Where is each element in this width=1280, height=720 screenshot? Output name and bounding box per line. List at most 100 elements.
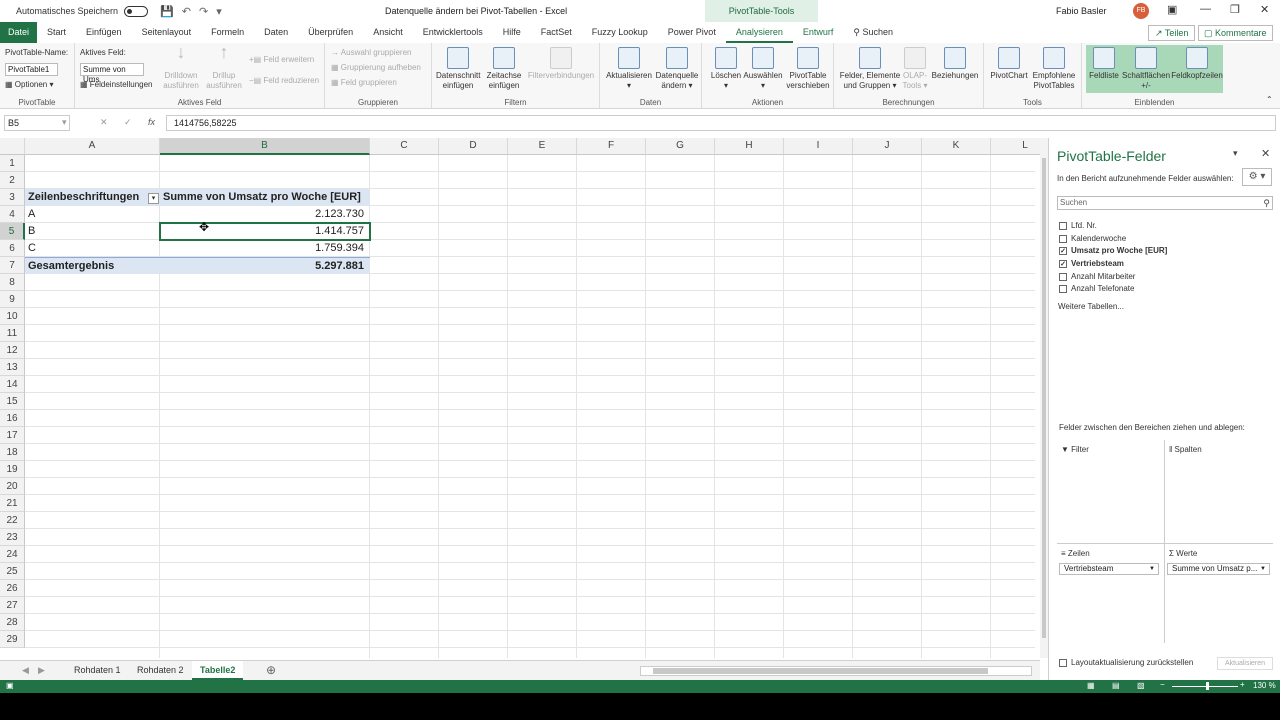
row-header-22[interactable]: 22 [0,512,25,529]
row-header-5[interactable]: 5 [0,223,25,240]
column-header-b[interactable]: B [160,138,370,155]
field-checkbox[interactable] [1059,272,1067,281]
pivot-value-header[interactable]: Summe von Umsatz pro Woche [EUR] [160,189,370,206]
cancel-formula-icon[interactable]: ✕ [100,117,108,128]
tab-factset[interactable]: FactSet [531,22,582,43]
sheet-tab-rohdaten-2[interactable]: Rohdaten 2 [129,661,192,680]
save-icon[interactable]: 💾 [160,5,174,18]
row-header-10[interactable]: 10 [0,308,25,325]
filter-connections-button[interactable]: Filterverbindungen [526,47,596,81]
recommended-pivottables-button[interactable]: Empfohlene PivotTables [1030,47,1078,91]
pivottable-name-input[interactable]: PivotTable1 [5,63,58,76]
column-header-i[interactable]: I [784,138,853,155]
buttons-toggle-button[interactable]: Schaltflächen +/- [1120,47,1172,91]
undo-icon[interactable]: ↶ [182,5,191,18]
field-checkbox[interactable] [1059,234,1067,243]
zoom-out-icon[interactable]: − [1160,680,1165,689]
tab-einfuegen[interactable]: Einfügen [76,22,132,43]
change-data-source-button[interactable]: Datenquelle ändern ▾ [654,47,700,91]
comments-button[interactable]: ▢ Kommentare [1198,25,1273,41]
field-item[interactable]: Anzahl Telefonate [1059,284,1134,293]
collapse-ribbon-icon[interactable]: ⌃ [1266,95,1273,104]
horizontal-scroll-thumb[interactable] [653,668,988,674]
row-header-23[interactable]: 23 [0,529,25,546]
share-button[interactable]: ↗ Teilen [1148,25,1196,41]
expand-field-button[interactable]: +▤ Feld erweitern [249,55,314,64]
drilldown-button[interactable]: ↓ Drilldown ausführen [160,43,202,91]
field-item[interactable]: ✓ Vertriebsteam [1059,259,1124,268]
field-settings-button[interactable]: ▦ Feldeinstellungen [80,80,153,89]
pivot-total-value[interactable]: 5.297.881 [160,257,370,274]
row-header-1[interactable]: 1 [0,155,25,172]
pivot-row-label[interactable]: A [25,206,160,223]
tell-me-search[interactable]: ⚲ Suchen [843,22,903,43]
field-search-input[interactable]: Suchen ⚲ [1057,196,1273,210]
row-header-18[interactable]: 18 [0,444,25,461]
pane-close-icon[interactable]: ✕ [1261,147,1270,160]
page-layout-view-icon[interactable]: ▤ [1112,681,1120,690]
row-header-19[interactable]: 19 [0,461,25,478]
row-header-6[interactable]: 6 [0,240,25,257]
defer-layout-update[interactable]: Layoutaktualisierung zurückstellen [1059,658,1193,667]
name-box-dropdown-icon[interactable]: ▾ [62,117,67,128]
drillup-button[interactable]: ↑ Drillup ausführen [203,43,245,91]
field-item[interactable]: Kalenderwoche [1059,234,1126,243]
tab-ansicht[interactable]: Ansicht [363,22,413,43]
column-header-j[interactable]: J [853,138,922,155]
vertical-scrollbar[interactable] [1040,138,1048,658]
page-break-view-icon[interactable]: ▧ [1137,681,1145,690]
tab-daten[interactable]: Daten [254,22,298,43]
update-button[interactable]: Aktualisieren [1217,657,1273,670]
autosave-toggle[interactable] [124,5,149,17]
name-box[interactable]: B5 [4,115,70,131]
next-sheet-icon[interactable]: ▶ [30,661,53,680]
refresh-button[interactable]: Aktualisieren ▾ [604,47,654,91]
zoom-level[interactable]: 130 % [1253,681,1276,690]
confirm-formula-icon[interactable]: ✓ [124,117,132,128]
field-item[interactable]: Lfd. Nr. [1059,221,1097,230]
row-header-28[interactable]: 28 [0,614,25,631]
active-field-input[interactable]: Summe von Ums [80,63,144,84]
customize-qat-icon[interactable]: ▾ [216,5,222,18]
pivot-row-value[interactable]: 2.123.730 [160,206,370,223]
row-header-11[interactable]: 11 [0,325,25,342]
row-header-2[interactable]: 2 [0,172,25,189]
column-header-k[interactable]: K [922,138,991,155]
tab-start[interactable]: Start [37,22,76,43]
tab-entwicklertools[interactable]: Entwicklertools [413,22,493,43]
close-icon[interactable]: ✕ [1260,3,1269,16]
tab-hilfe[interactable]: Hilfe [493,22,531,43]
vertical-scroll-thumb[interactable] [1042,158,1046,638]
collapse-field-button[interactable]: −▤ Feld reduzieren [249,76,319,85]
tab-entwurf[interactable]: Entwurf [793,22,844,43]
options-button[interactable]: ▦ Optionen ▾ [5,80,54,89]
minimize-icon[interactable]: — [1200,3,1211,15]
sheet-tab-tabelle2[interactable]: Tabelle2 [192,661,244,680]
field-checkbox-checked[interactable]: ✓ [1059,246,1067,255]
row-header-16[interactable]: 16 [0,410,25,427]
fields-items-sets-button[interactable]: Felder, Elemente und Gruppen ▾ [838,47,902,91]
field-item[interactable]: ✓ Umsatz pro Woche [EUR] [1059,246,1167,255]
add-sheet-icon[interactable]: ⊕ [258,661,284,680]
insert-timeline-button[interactable]: Zeitachse einfügen [482,47,526,91]
column-header-d[interactable]: D [439,138,508,155]
row-header-17[interactable]: 17 [0,427,25,444]
pivot-filter-dropdown-icon[interactable]: ▾ [148,193,159,204]
row-header-29[interactable]: 29 [0,631,25,648]
pivot-row-label[interactable]: C [25,240,160,257]
olap-tools-button[interactable]: OLAP-Tools ▾ [900,47,930,91]
insert-slicer-button[interactable]: Datenschnitt einfügen [436,47,480,91]
values-field-dropdown[interactable]: Summe von Umsatz p... ▼ [1167,563,1270,575]
pivot-row-value[interactable]: 1.759.394 [160,240,370,257]
field-checkbox-checked[interactable]: ✓ [1059,259,1067,268]
normal-view-icon[interactable]: ▦ [1087,681,1095,690]
tab-fuzzy-lookup[interactable]: Fuzzy Lookup [582,22,658,43]
field-checkbox[interactable] [1059,221,1067,230]
zoom-slider-thumb[interactable] [1206,682,1209,690]
redo-icon[interactable]: ↷ [199,5,208,18]
pivot-row-label[interactable]: B [25,223,160,240]
row-header-14[interactable]: 14 [0,376,25,393]
move-pivottable-button[interactable]: PivotTable verschieben [784,47,832,91]
column-header-g[interactable]: G [646,138,715,155]
column-header-a[interactable]: A [25,138,160,155]
